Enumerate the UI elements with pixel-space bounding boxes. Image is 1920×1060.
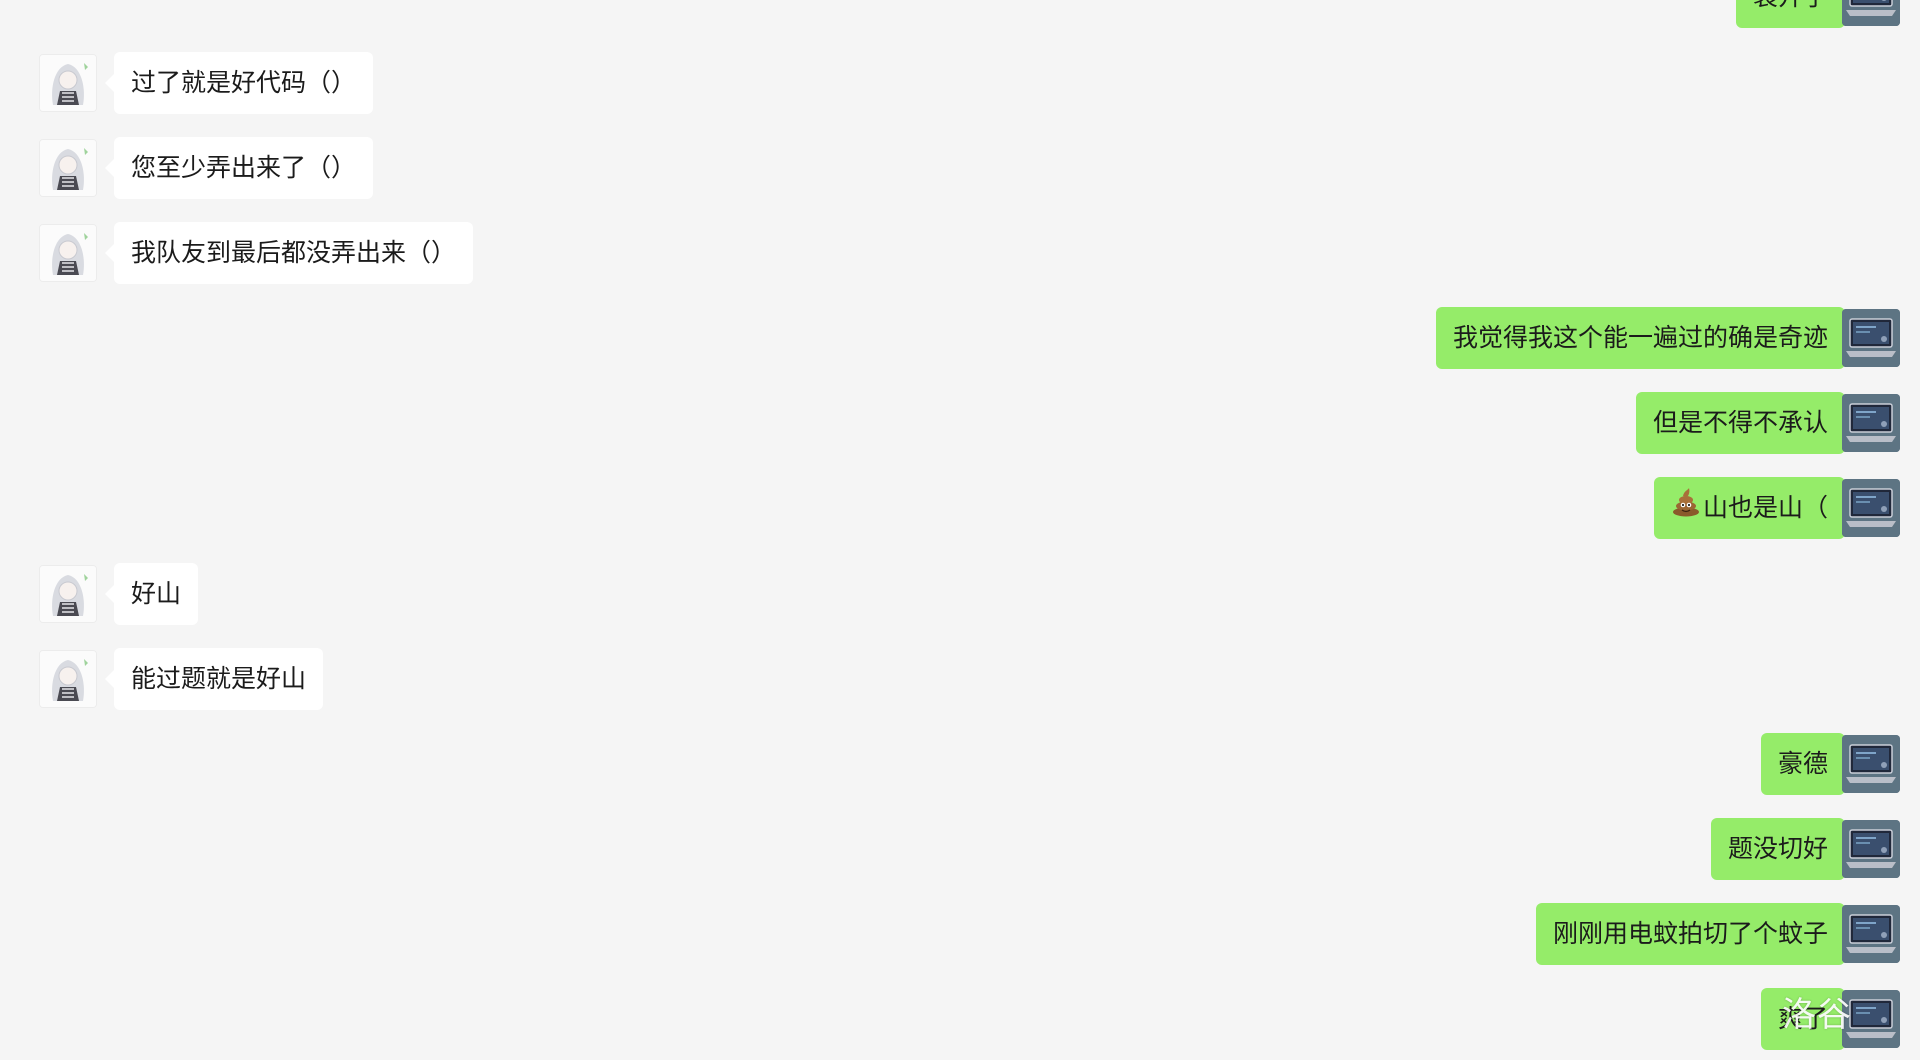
- message-text: 山也是山（: [1702, 493, 1828, 522]
- message-row-outgoing: 但是不得不承认: [0, 392, 1920, 454]
- message-bubble-incoming[interactable]: 能过题就是好山: [104, 648, 324, 710]
- message-row-incoming: 我队友到最后都没弄出来（）: [0, 222, 1920, 284]
- message-bubble-outgoing[interactable]: 裂开了: [1735, 0, 1855, 28]
- message-text: 能过题就是好山: [131, 664, 307, 693]
- message-row-incoming: 您至少弄出来了（）: [0, 137, 1920, 199]
- message-bubble-incoming[interactable]: 好山: [104, 563, 199, 625]
- message-bubble-outgoing[interactable]: 豪德: [1760, 733, 1855, 795]
- message-text: 过了就是好代码（）: [131, 68, 357, 97]
- watermark: 洛谷: [1782, 995, 1852, 1035]
- message-row-incoming: 能过题就是好山: [0, 648, 1920, 710]
- message-text: 刚刚用电蚊拍切了个蚊子: [1552, 919, 1828, 948]
- message-bubble-incoming[interactable]: 过了就是好代码（）: [104, 52, 374, 114]
- contact-avatar[interactable]: [39, 54, 97, 112]
- message-row-outgoing: 题没切好: [0, 818, 1920, 880]
- message-row-outgoing: 山也是山（: [0, 477, 1920, 539]
- message-row-outgoing: 裂开了: [0, 0, 1920, 28]
- message-text: 好山: [131, 579, 182, 608]
- contact-avatar[interactable]: [39, 565, 97, 623]
- message-bubble-incoming[interactable]: 您至少弄出来了（）: [104, 137, 374, 199]
- my-avatar[interactable]: [1842, 820, 1900, 878]
- message-text: 我觉得我这个能一遍过的确是奇迹: [1452, 323, 1828, 352]
- message-bubble-outgoing[interactable]: 山也是山（: [1653, 477, 1855, 540]
- message-row-outgoing: 爽了: [0, 988, 1920, 1050]
- contact-avatar[interactable]: [39, 224, 97, 282]
- message-text: 但是不得不承认: [1652, 408, 1828, 437]
- contact-avatar[interactable]: [39, 139, 97, 197]
- message-row-outgoing: 豪德: [0, 733, 1920, 795]
- message-bubble-outgoing[interactable]: 但是不得不承认: [1635, 392, 1855, 454]
- my-avatar[interactable]: [1842, 479, 1900, 537]
- message-row-outgoing: 我觉得我这个能一遍过的确是奇迹: [0, 307, 1920, 369]
- message-bubble-outgoing[interactable]: 我觉得我这个能一遍过的确是奇迹: [1435, 307, 1855, 369]
- message-text: 豪德: [1777, 749, 1828, 778]
- message-row-incoming: 好山: [0, 563, 1920, 625]
- message-text: 您至少弄出来了（）: [131, 153, 357, 182]
- poop-emoji-icon: [1671, 478, 1701, 540]
- message-bubble-outgoing[interactable]: 刚刚用电蚊拍切了个蚊子: [1535, 903, 1855, 965]
- contact-avatar[interactable]: [39, 650, 97, 708]
- message-text: 我队友到最后都没弄出来（）: [131, 238, 457, 267]
- message-row-incoming: 过了就是好代码（）: [0, 52, 1920, 114]
- message-row-outgoing: 刚刚用电蚊拍切了个蚊子: [0, 903, 1920, 965]
- my-avatar[interactable]: [1842, 735, 1900, 793]
- message-bubble-outgoing[interactable]: 题没切好: [1710, 818, 1855, 880]
- my-avatar[interactable]: [1842, 394, 1900, 452]
- message-bubble-incoming[interactable]: 我队友到最后都没弄出来（）: [104, 222, 474, 284]
- my-avatar[interactable]: [1842, 309, 1900, 367]
- message-text: 题没切好: [1727, 834, 1828, 863]
- my-avatar[interactable]: [1842, 0, 1900, 26]
- my-avatar[interactable]: [1842, 905, 1900, 963]
- chat-message-list[interactable]: 裂开了 过了就是好代码（） 您至少弄出来了（） 我队友到最后都没弄出来（） 我觉…: [0, 0, 1920, 1060]
- message-text: 裂开了: [1753, 0, 1828, 11]
